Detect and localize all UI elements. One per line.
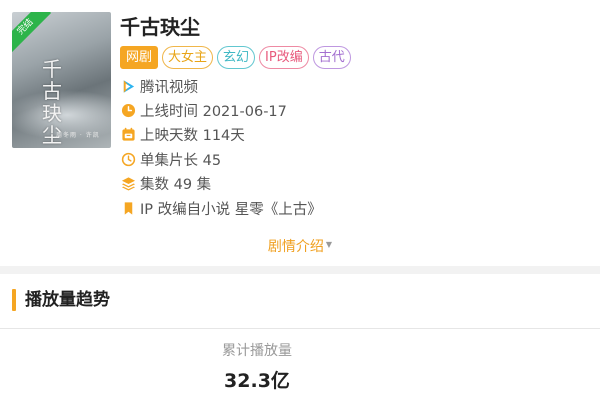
show-header: 完结 千古玦尘 周冬雨 · 许凯 千古玦尘 网剧 大女主 玄幻 IP改编 古代 [0, 0, 600, 266]
episode-length-row: 单集片长 45 [120, 147, 590, 171]
section-title: 播放量趋势 [25, 290, 110, 310]
timer-icon [120, 151, 136, 167]
episode-count: 集数 49 集 [140, 177, 212, 194]
tag-web-drama[interactable]: 网剧 [120, 46, 159, 69]
release-row: 上线时间 2021-06-17 [120, 98, 590, 122]
release-date: 上线时间 2021-06-17 [140, 104, 287, 121]
poster-image[interactable]: 完结 千古玦尘 周冬雨 · 许凯 [12, 12, 111, 148]
caret-down-icon: ▼ [325, 240, 333, 249]
show-title: 千古玦尘 [120, 15, 200, 39]
total-plays-label: 累计播放量 [222, 343, 292, 359]
status-badge: 完结 [12, 12, 52, 53]
layers-icon [120, 176, 136, 192]
tag-female-lead[interactable]: 大女主 [162, 46, 214, 69]
days-row: 上映天数 114天 [120, 123, 590, 147]
tencent-video-logo-icon [120, 78, 136, 94]
ip-source-row: IP 改编自小说 星零《上古》 [120, 196, 590, 220]
show-info: 千古玦尘 网剧 大女主 玄幻 IP改编 古代 腾讯视频 上线时间 2021-06… [120, 12, 590, 220]
episodes-row: 集数 49 集 [120, 172, 590, 196]
bookmark-icon [120, 200, 136, 216]
calendar-icon [120, 127, 136, 143]
intro-toggle[interactable]: 剧情介绍 ▼ [0, 236, 600, 256]
platform-row[interactable]: 腾讯视频 [120, 74, 590, 98]
meta-list: 腾讯视频 上线时间 2021-06-17 上映天数 114天 单集片长 45 集… [120, 74, 590, 220]
intro-label: 剧情介绍 [267, 239, 324, 255]
tag-list: 网剧 大女主 玄幻 IP改编 古代 [120, 46, 590, 70]
clock-icon [120, 103, 136, 119]
tag-ip-adaptation[interactable]: IP改编 [259, 46, 309, 69]
section-divider [0, 266, 600, 274]
section-underline [0, 328, 600, 329]
section-accent-bar [12, 289, 16, 311]
section-header: 播放量趋势 [0, 274, 600, 328]
episode-length: 单集片长 45 [140, 152, 222, 169]
poster-subtitle-art: 周冬雨 · 许凯 [56, 132, 100, 139]
ip-source: IP 改编自小说 星零《上古》 [140, 201, 322, 218]
total-plays-value: 32.3亿 [224, 370, 290, 392]
days-showing: 上映天数 114天 [140, 128, 245, 145]
tag-fantasy[interactable]: 玄幻 [217, 46, 256, 69]
tag-ancient[interactable]: 古代 [312, 46, 351, 69]
platform-name: 腾讯视频 [140, 79, 198, 96]
